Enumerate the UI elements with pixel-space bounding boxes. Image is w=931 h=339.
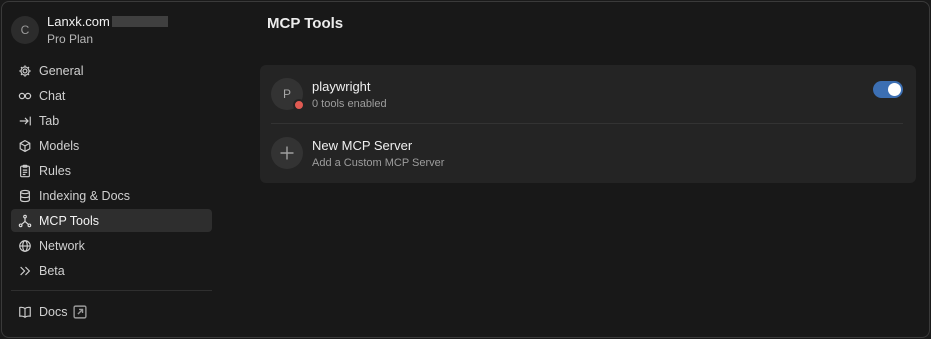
sidebar-item-mcp-tools[interactable]: MCP Tools (11, 209, 212, 232)
sidebar-item-label: Tab (39, 113, 60, 128)
fork-icon (18, 214, 32, 227)
sidebar-item-label: Models (39, 138, 80, 153)
sidebar-item-label: Rules (39, 163, 71, 178)
redacted-text (111, 16, 168, 27)
sidebar: C Lanxk.com Pro Plan General Chat Tab Mo… (2, 2, 220, 337)
database-icon (20, 189, 30, 202)
external-link-icon (73, 304, 88, 319)
avatar: C (11, 16, 39, 44)
book-icon (19, 306, 31, 318)
error-status-dot (293, 99, 305, 111)
plus-icon (271, 137, 303, 169)
settings-window: C Lanxk.com Pro Plan General Chat Tab Mo… (1, 1, 930, 338)
sidebar-item-docs[interactable]: Docs (11, 300, 212, 323)
account-plan: Pro Plan (47, 32, 94, 46)
sidebar-item-label: MCP Tools (39, 213, 99, 228)
clipboard-icon (20, 164, 30, 177)
sidebar-item-rules[interactable]: Rules (11, 159, 212, 182)
sidebar-item-label: Network (39, 238, 85, 253)
page-title: MCP Tools (267, 15, 344, 32)
main-content: MCP Tools P playwright 0 tools enabled N… (260, 2, 929, 337)
sidebar-item-models[interactable]: Models (11, 134, 212, 157)
new-server-subtitle: Add a Custom MCP Server (312, 156, 445, 169)
server-avatar: P (271, 78, 305, 111)
sidebar-item-chat[interactable]: Chat (11, 84, 212, 107)
sidebar-docs-section: Docs (11, 300, 212, 325)
sidebar-item-label: Indexing & Docs (39, 188, 131, 203)
sidebar-item-indexing-docs[interactable]: Indexing & Docs (11, 184, 212, 207)
sidebar-item-tab[interactable]: Tab (11, 109, 212, 132)
sidebar-item-network[interactable]: Network (11, 234, 212, 257)
new-mcp-server-button[interactable]: New MCP Server Add a Custom MCP Server (260, 124, 916, 182)
server-name: playwright (312, 78, 371, 94)
sidebar-item-label: Beta (39, 263, 65, 278)
sidebar-item-label: General (39, 63, 84, 78)
mcp-server-row[interactable]: P playwright 0 tools enabled (260, 65, 916, 123)
sidebar-item-general[interactable]: General (11, 59, 212, 82)
account-header: C Lanxk.com Pro Plan (11, 14, 168, 46)
double-chevron-right-icon (20, 266, 31, 275)
gear-icon (19, 64, 31, 77)
cube-icon (19, 139, 31, 152)
arrow-right-bar-icon (19, 116, 31, 125)
globe-icon (19, 239, 31, 252)
sidebar-nav: General Chat Tab Models Rules Indexing &… (11, 59, 212, 284)
server-tools-status: 0 tools enabled (312, 97, 387, 110)
toggle-knob (888, 83, 901, 96)
new-server-title: New MCP Server (312, 137, 413, 153)
server-enabled-toggle[interactable] (873, 81, 903, 98)
sidebar-item-label: Docs (39, 304, 68, 319)
sidebar-item-beta[interactable]: Beta (11, 259, 212, 282)
infinity-icon (18, 92, 32, 99)
sidebar-item-label: Chat (39, 88, 66, 103)
mcp-servers-card: P playwright 0 tools enabled New MCP Ser… (260, 65, 916, 183)
sidebar-divider (11, 290, 212, 291)
account-email: Lanxk.com (47, 14, 110, 29)
